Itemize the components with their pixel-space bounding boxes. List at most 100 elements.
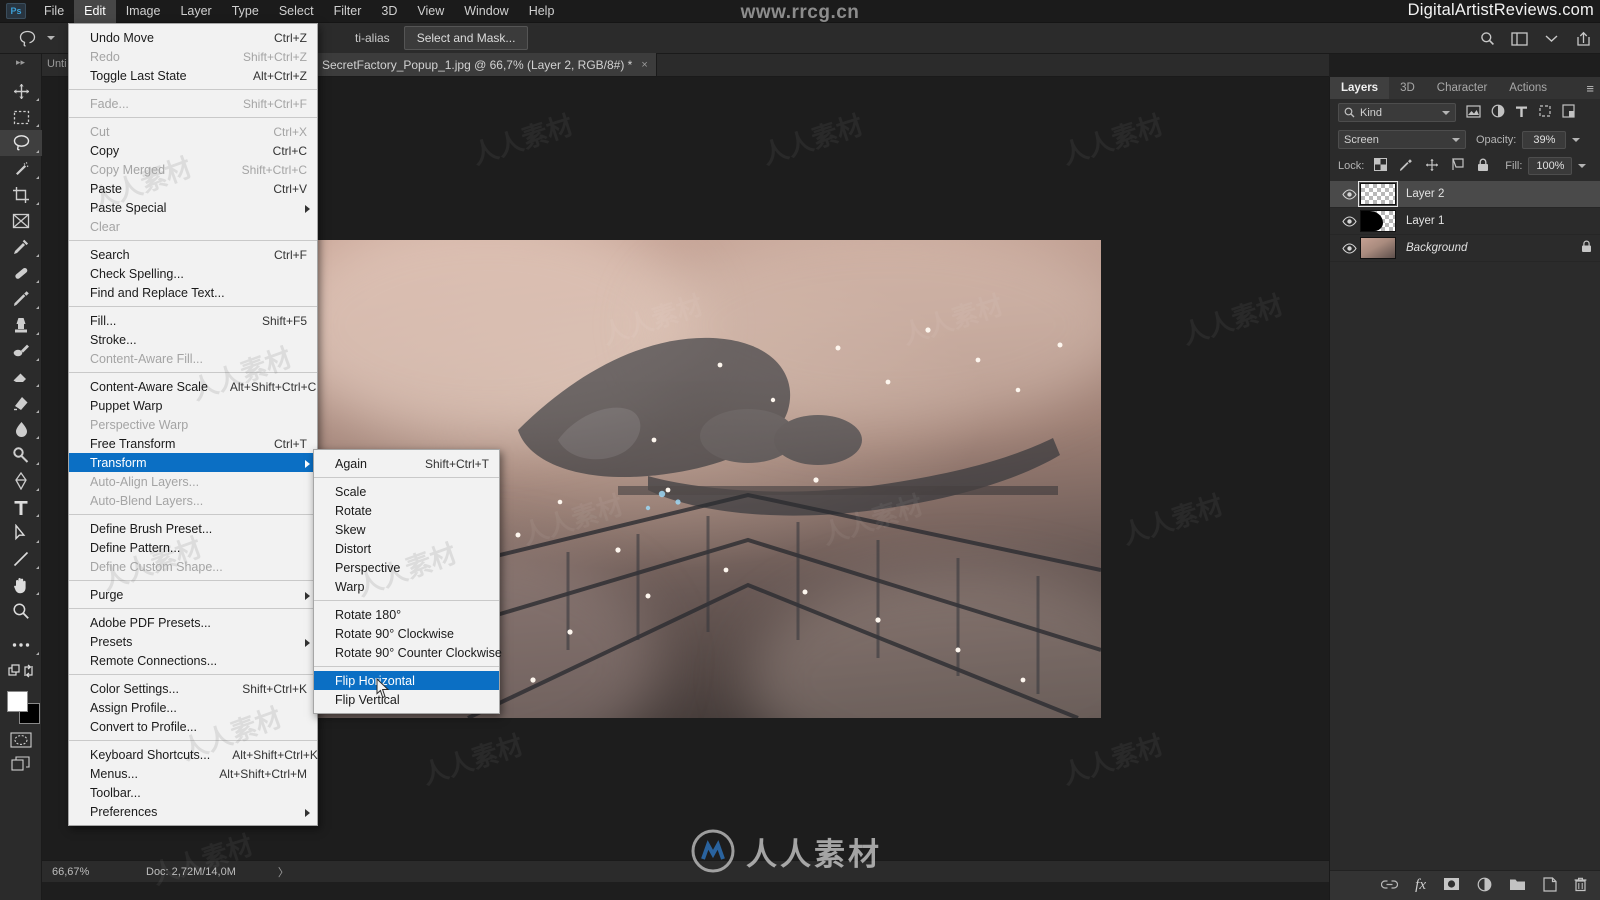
tool-preset-chevron-icon[interactable] — [47, 36, 55, 40]
menu-item-content-aware-scale[interactable]: Content-Aware Scale Alt+Shift+Ctrl+C — [69, 377, 317, 396]
lasso-icon[interactable] — [12, 26, 42, 50]
menu-item-rotate-90-counter-clockwise[interactable]: Rotate 90° Counter Clockwise — [314, 643, 502, 662]
close-icon[interactable]: × — [641, 59, 647, 71]
chevron-down-icon[interactable] — [1542, 30, 1560, 48]
layer-thumbnail[interactable] — [1360, 210, 1396, 232]
menu-file[interactable]: File — [34, 0, 74, 23]
lock-artboard-icon[interactable] — [1451, 158, 1465, 174]
menu-item-skew[interactable]: Skew — [314, 520, 499, 539]
foreground-color-swatch[interactable] — [7, 691, 28, 712]
lock-all-icon[interactable] — [1477, 158, 1489, 175]
fill-value[interactable]: 100% — [1528, 157, 1573, 175]
eraser-tool[interactable] — [0, 364, 42, 390]
menu-item-preferences[interactable]: Preferences — [69, 802, 317, 821]
adjustment-layer-icon[interactable] — [1477, 877, 1492, 895]
rectangular-marquee-tool[interactable] — [0, 104, 42, 130]
menu-item-scale[interactable]: Scale — [314, 482, 499, 501]
pixel-filter-icon[interactable] — [1466, 104, 1481, 121]
panel-menu-icon[interactable]: ≡ — [1586, 81, 1594, 96]
pen-tool[interactable] — [0, 468, 42, 494]
status-expand-arrow-icon[interactable]: 〉 — [278, 864, 289, 880]
layer-visibility-icon[interactable] — [1338, 188, 1360, 200]
crop-tool[interactable] — [0, 182, 42, 208]
menu-layer[interactable]: Layer — [170, 0, 221, 23]
tab-actions[interactable]: Actions — [1498, 77, 1558, 99]
workspace-icon[interactable] — [1510, 30, 1528, 48]
blur-tool[interactable] — [0, 416, 42, 442]
layer-thumbnail[interactable] — [1360, 237, 1396, 259]
history-brush-tool[interactable] — [0, 338, 42, 364]
menu-item-color-settings[interactable]: Color Settings... Shift+Ctrl+K — [69, 679, 317, 698]
menu-item-copy[interactable]: Copy Ctrl+C — [69, 141, 317, 160]
lock-position-icon[interactable] — [1425, 158, 1439, 175]
layer-row[interactable]: Layer 2 — [1330, 181, 1600, 208]
toolbar-collapse-button[interactable]: ▸▸ — [0, 54, 41, 70]
menu-item-purge[interactable]: Purge — [69, 585, 317, 604]
menu-edit[interactable]: Edit — [74, 0, 116, 23]
menu-item-warp[interactable]: Warp — [314, 577, 499, 596]
document-tab[interactable]: SecretFactory_Popup_1.jpg @ 66,7% (Layer… — [312, 53, 657, 76]
layer-visibility-icon[interactable] — [1338, 242, 1360, 254]
menu-item-undo-move[interactable]: Undo Move Ctrl+Z — [69, 28, 317, 47]
menu-item-keyboard-shortcuts[interactable]: Keyboard Shortcuts... Alt+Shift+Ctrl+K — [69, 745, 318, 764]
opacity-chevron-icon[interactable] — [1572, 137, 1581, 142]
menu-item-presets[interactable]: Presets — [69, 632, 317, 651]
menu-item-paste-special[interactable]: Paste Special — [69, 198, 317, 217]
menu-item-stroke[interactable]: Stroke... — [69, 330, 317, 349]
swap-colors-icon[interactable] — [0, 658, 42, 684]
layer-kind-filter[interactable]: Kind — [1338, 103, 1456, 122]
type-filter-icon[interactable] — [1515, 105, 1528, 121]
blend-mode-select[interactable]: Screen — [1338, 130, 1466, 149]
menu-item-rotate-180[interactable]: Rotate 180° — [314, 605, 499, 624]
tab-3d[interactable]: 3D — [1389, 77, 1426, 99]
smartobject-filter-icon[interactable] — [1562, 104, 1575, 121]
move-tool[interactable] — [0, 78, 42, 104]
delete-layer-icon[interactable] — [1574, 877, 1587, 895]
spot-healing-brush-tool[interactable] — [0, 260, 42, 286]
menu-item-remote-connections[interactable]: Remote Connections... — [69, 651, 317, 670]
menu-item-convert-to-profile[interactable]: Convert to Profile... — [69, 717, 317, 736]
menu-item-search[interactable]: Search Ctrl+F — [69, 245, 317, 264]
menu-image[interactable]: Image — [116, 0, 171, 23]
layer-thumbnail[interactable] — [1358, 181, 1398, 207]
menu-item-again[interactable]: Again Shift+Ctrl+T — [314, 454, 499, 473]
opacity-value[interactable]: 39% — [1522, 130, 1567, 149]
screen-mode-icon[interactable] — [0, 752, 42, 776]
menu-item-free-transform[interactable]: Free Transform Ctrl+T — [69, 434, 317, 453]
menu-item-flip-horizontal[interactable]: Flip Horizontal — [314, 671, 499, 690]
menu-item-transform[interactable]: Transform — [69, 453, 317, 472]
menu-view[interactable]: View — [407, 0, 454, 23]
menu-item-toolbar[interactable]: Toolbar... — [69, 783, 317, 802]
layer-row[interactable]: Layer 1 — [1330, 208, 1600, 235]
link-layers-icon[interactable] — [1381, 879, 1399, 893]
line-shape-tool[interactable] — [0, 546, 42, 572]
tab-layers[interactable]: Layers — [1330, 77, 1390, 99]
menu-item-paste[interactable]: Paste Ctrl+V — [69, 179, 317, 198]
menu-3d[interactable]: 3D — [371, 0, 407, 23]
menu-item-perspective[interactable]: Perspective — [314, 558, 499, 577]
clone-stamp-tool[interactable] — [0, 312, 42, 338]
dodge-tool[interactable] — [0, 442, 42, 468]
layer-style-fx-icon[interactable]: fx — [1415, 877, 1426, 894]
transform-submenu[interactable]: 人人素材 Again Shift+Ctrl+T Scale Rotate Skew Dis… — [313, 449, 502, 714]
quick-mask-toggle-icon[interactable] — [0, 728, 42, 752]
lasso-tool[interactable] — [0, 130, 42, 156]
shape-filter-icon[interactable] — [1538, 104, 1552, 121]
brush-tool[interactable] — [0, 286, 42, 312]
menu-window[interactable]: Window — [454, 0, 518, 23]
quick-selection-tool[interactable] — [0, 156, 42, 182]
edit-menu-dropdown[interactable]: 人人素材 人人素材 人人素材 人人素材 Undo Move Ctrl+Z Redo S… — [68, 23, 318, 826]
zoom-tool[interactable] — [0, 598, 42, 624]
menu-item-define-brush-preset[interactable]: Define Brush Preset... — [69, 519, 317, 538]
select-and-mask-button[interactable]: Select and Mask... — [403, 26, 529, 50]
search-icon[interactable] — [1478, 30, 1496, 48]
new-layer-icon[interactable] — [1543, 876, 1557, 895]
path-selection-tool[interactable] — [0, 520, 42, 546]
menu-item-toggle-last-state[interactable]: Toggle Last State Alt+Ctrl+Z — [69, 66, 317, 85]
menu-item-menus[interactable]: Menus... Alt+Shift+Ctrl+M — [69, 764, 317, 783]
eyedropper-tool[interactable] — [0, 234, 42, 260]
lock-image-pixels-icon[interactable] — [1399, 158, 1413, 175]
menu-item-check-spelling[interactable]: Check Spelling... — [69, 264, 317, 283]
menu-item-distort[interactable]: Distort — [314, 539, 499, 558]
menu-item-adobe-pdf-presets[interactable]: Adobe PDF Presets... — [69, 613, 317, 632]
